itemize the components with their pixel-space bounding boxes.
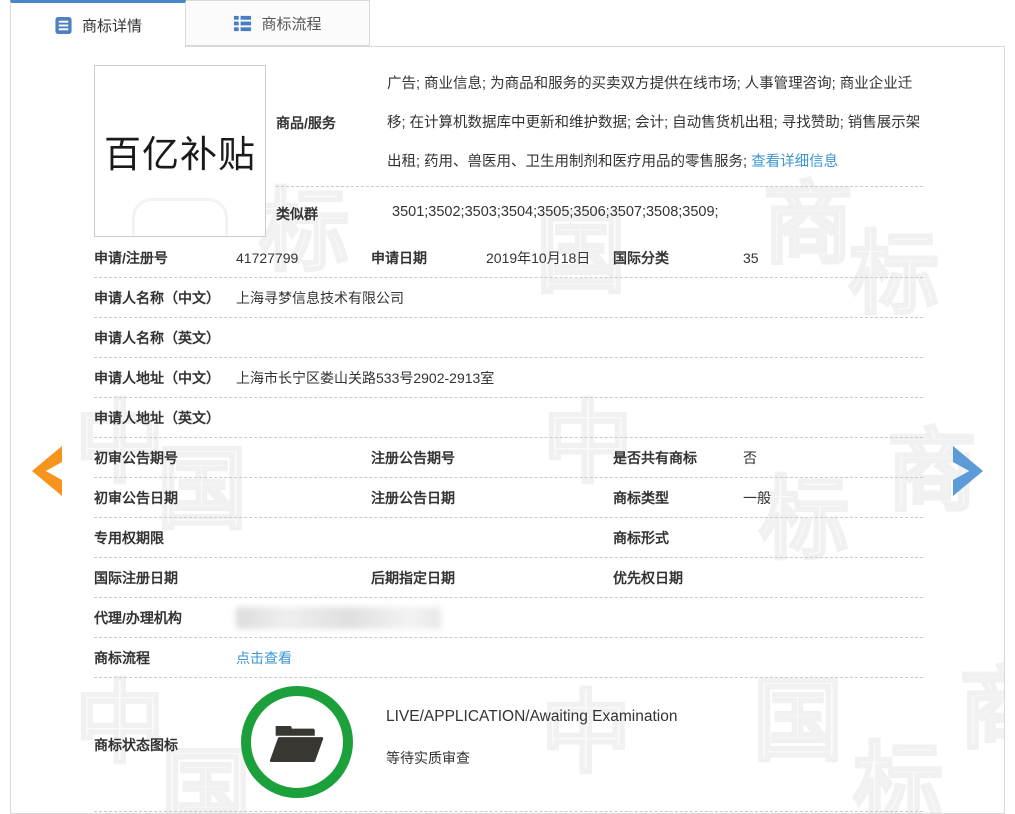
field-label: 申请人名称（中文） [94, 288, 220, 308]
trademark-detail-page: 商标详情 商标流程 标 国 商 标 中 国 中 商 标 中 国 中 国 标 商 … [0, 0, 1015, 814]
watermark-glyph: 商 [959, 665, 1005, 755]
field-label: 商标流程 [94, 648, 150, 668]
open-folder-icon [268, 718, 326, 766]
goods-services-label: 商品/服务 [276, 113, 336, 133]
similar-group-label: 类似群 [276, 204, 318, 224]
field-row-agency: 代理/办理机构 [94, 598, 923, 638]
field-label: 后期指定日期 [371, 568, 455, 588]
goods-services-text: 广告; 商业信息; 为商品和服务的买卖双方提供在线市场; 人事管理咨询; 商业企… [387, 65, 924, 182]
field-label: 申请日期 [371, 248, 427, 268]
field-value: 一般 [743, 488, 771, 508]
view-details-link[interactable]: 查看详细信息 [751, 154, 838, 170]
field-row-international-dates: 国际注册日期 后期指定日期 优先权日期 [94, 558, 923, 598]
field-value: 否 [743, 448, 757, 468]
field-label: 商标类型 [613, 488, 669, 508]
trademark-image-watermark [132, 198, 228, 237]
field-row-exclusive-period: 专用权期限 商标形式 [94, 518, 923, 558]
detail-panel: 标 国 商 标 中 国 中 商 标 中 国 中 国 标 商 百亿补贴 商品/服务… [10, 46, 1005, 814]
field-label: 优先权日期 [613, 568, 683, 588]
tab-trademark-detail[interactable]: 商标详情 [10, 0, 186, 47]
field-label: 注册公告日期 [371, 488, 455, 508]
tab-label: 商标流程 [261, 13, 321, 34]
field-label: 商标形式 [613, 528, 669, 548]
field-row-applicant-address-en: 申请人地址（英文） [94, 398, 923, 438]
status-ring [241, 686, 353, 798]
document-icon [54, 16, 73, 35]
trademark-image: 百亿补贴 [94, 65, 266, 237]
tab-trademark-process[interactable]: 商标流程 [186, 0, 370, 46]
field-label: 注册公告期号 [371, 448, 455, 468]
field-row-applicant-address-cn: 申请人地址（中文） 上海市长宁区娄山关路533号2902-2913室 [94, 358, 923, 398]
field-value: 2019年10月18日 [486, 248, 590, 268]
field-row-status: 商标状态图标 LIVE/APPLICATION/Awaiting Examina… [94, 678, 923, 812]
field-row-trademark-flow: 商标流程 点击查看 [94, 638, 923, 678]
field-value: 上海市长宁区娄山关路533号2902-2913室 [236, 368, 494, 388]
field-label: 代理/办理机构 [94, 608, 182, 628]
field-value: 35 [743, 250, 759, 266]
field-label: 专用权期限 [94, 528, 164, 548]
redacted-agency-value [236, 607, 441, 629]
status-text-cn: 等待实质审查 [386, 748, 470, 768]
goods-services-value: 广告; 商业信息; 为商品和服务的买卖双方提供在线市场; 人事管理咨询; 商业企… [387, 76, 920, 170]
field-value: 上海寻梦信息技术有限公司 [236, 288, 404, 308]
field-label: 申请人名称（英文） [94, 328, 220, 348]
field-row-gazette-date: 初审公告日期 注册公告日期 商标类型 一般 [94, 478, 923, 518]
field-label: 申请/注册号 [94, 248, 168, 268]
similar-group-value: 3501;3502;3503;3504;3505;3506;3507;3508;… [392, 204, 719, 220]
field-row-applicant-name-en: 申请人名称（英文） [94, 318, 923, 358]
field-label: 商标状态图标 [94, 735, 178, 755]
field-label: 申请人地址（英文） [94, 408, 220, 428]
field-label: 申请人地址（中文） [94, 368, 220, 388]
field-label: 初审公告期号 [94, 448, 178, 468]
field-row-gazette-no: 初审公告期号 注册公告期号 是否共有商标 否 [94, 438, 923, 478]
click-to-view-link[interactable]: 点击查看 [236, 650, 292, 666]
field-label: 初审公告日期 [94, 488, 178, 508]
field-label: 国际注册日期 [94, 568, 178, 588]
list-icon [233, 14, 252, 33]
field-row-applicant-name-cn: 申请人名称（中文） 上海寻梦信息技术有限公司 [94, 278, 923, 318]
field-label: 国际分类 [613, 248, 669, 268]
status-text-en: LIVE/APPLICATION/Awaiting Examination [386, 708, 677, 726]
field-label: 是否共有商标 [613, 448, 697, 468]
trademark-text: 百亿补贴 [104, 124, 256, 178]
tab-label: 商标详情 [82, 15, 142, 36]
field-row-registration: 申请/注册号 41727799 申请日期 2019年10月18日 国际分类 35 [94, 238, 923, 278]
tab-bar: 商标详情 商标流程 [0, 0, 1015, 47]
field-value: 41727799 [236, 250, 298, 266]
separator [276, 186, 923, 187]
